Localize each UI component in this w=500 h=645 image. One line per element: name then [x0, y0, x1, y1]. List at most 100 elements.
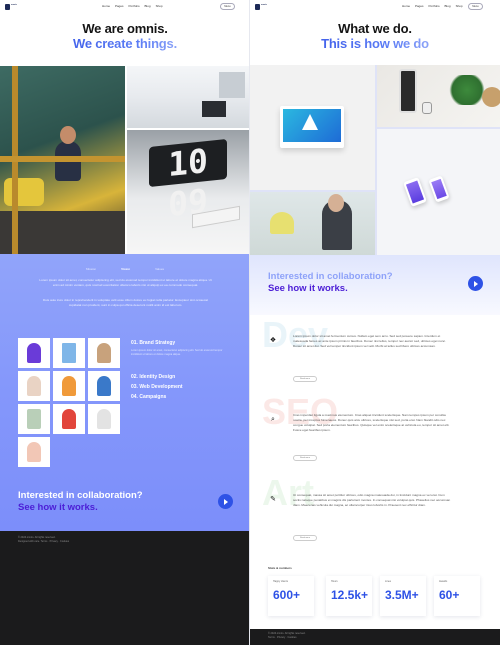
illustration-skater — [53, 404, 85, 434]
nav-link-home[interactable]: Home — [402, 4, 410, 8]
brand-logo[interactable]: omnis — [255, 4, 268, 10]
window-frame-horizontal — [0, 156, 125, 162]
service-text: Lorem ipsum dolor sit amet fermentum cur… — [293, 334, 446, 348]
hero-subtitle: We create things. — [0, 36, 249, 51]
figure — [97, 376, 111, 396]
cta-link[interactable]: See how it works. — [268, 283, 348, 294]
logo-mark — [255, 4, 260, 10]
lamp — [270, 212, 294, 234]
read-more-button[interactable]: Read more — [293, 376, 317, 382]
office-photo-buildings — [127, 66, 249, 128]
pen-icon: ✎ — [270, 496, 276, 503]
nav-link-pages[interactable]: Pages — [415, 4, 424, 8]
tab-values[interactable]: Values — [155, 267, 164, 271]
phone-screen — [405, 180, 425, 204]
phone-watch-photo — [377, 65, 500, 127]
right-page: omnis Home Pages Portfolio Blog Shop Men… — [250, 0, 500, 645]
stat-card-lines: Lines 3.5M+ — [380, 576, 426, 616]
nav-link-pages[interactable]: Pages — [115, 4, 124, 8]
illustration-man-phone — [88, 404, 120, 434]
illustration-woman — [18, 371, 50, 401]
footer-links[interactable]: Designed with care. Terms · Privacy · Co… — [18, 540, 69, 544]
cta-heading: Interested in collaboration? — [18, 490, 143, 501]
figure — [97, 343, 111, 363]
figure — [97, 409, 111, 429]
brand-name: omnis — [261, 4, 267, 6]
stat-label: Hours — [331, 580, 338, 583]
building — [219, 72, 245, 98]
menu-button[interactable]: Menu — [220, 3, 235, 10]
team-illustration-grid — [18, 338, 122, 467]
illustration-runner — [53, 371, 85, 401]
about-paragraph-1: Lorem ipsum dolor sit amet, consectetur … — [39, 278, 212, 287]
stat-card-clients: Happy clients 600+ — [268, 576, 314, 616]
stat-label: Happy clients — [273, 580, 289, 583]
nav-link-shop[interactable]: Shop — [156, 4, 163, 8]
search-icon: ⌕ — [271, 416, 275, 423]
plant — [447, 75, 487, 105]
nav-link-portfolio[interactable]: Portfolio — [429, 4, 440, 8]
service-brand-strategy[interactable]: 01. Brand Strategy — [131, 340, 175, 346]
app-screens-photo — [377, 129, 500, 255]
logo-mark — [5, 4, 10, 10]
monitor — [280, 106, 344, 148]
stat-label: Lines — [385, 580, 391, 583]
left-page: omnis Home Pages Portfolio Blog Shop Men… — [0, 0, 250, 645]
service-text: Cras imperdiet ligula a maximus elementu… — [293, 413, 450, 432]
footer: © 2024 omnis. All rights reserved. Desig… — [0, 531, 249, 645]
nav-link-portfolio[interactable]: Portfolio — [129, 4, 140, 8]
service-description: Lorem ipsum dolor sit amet, consectetur … — [131, 349, 223, 356]
monitor — [202, 101, 226, 117]
play-icon[interactable] — [468, 276, 483, 291]
tab-mission[interactable]: Mission — [86, 267, 96, 271]
stat-label: Awards — [439, 580, 448, 583]
illustration-map — [18, 404, 50, 434]
stat-value: 600+ — [273, 588, 301, 602]
service-text: Ut consequat, massa sit amet porttitor u… — [293, 493, 451, 507]
service-identity-design[interactable]: 02. Identity Design — [131, 374, 175, 380]
hero-subtitle: This is how we do — [250, 36, 500, 51]
monitor-mockup-photo — [250, 65, 375, 190]
footer: © 2024 omnis. All rights reserved. Terms… — [250, 629, 500, 645]
grid-icon: ❖ — [269, 337, 277, 344]
stat-value: 12.5k+ — [331, 588, 369, 602]
tab-vision[interactable]: Vision — [121, 267, 130, 271]
nav-link-shop[interactable]: Shop — [456, 4, 463, 8]
read-more-button[interactable]: Read more — [293, 535, 317, 541]
watch — [422, 102, 432, 114]
nav-link-blog[interactable]: Blog — [145, 4, 151, 8]
brand-logo[interactable]: omnis — [5, 4, 18, 10]
nav-link-blog[interactable]: Blog — [445, 4, 451, 8]
figure — [27, 409, 41, 429]
work-collage — [250, 65, 500, 255]
read-more-button[interactable]: Read more — [293, 455, 317, 461]
menu-button[interactable]: Menu — [468, 3, 483, 10]
nav-link-home[interactable]: Home — [102, 4, 110, 8]
stats-title: Stats & numbers — [268, 566, 292, 570]
logo-triangle — [302, 114, 318, 130]
figure — [62, 343, 76, 363]
phone-mockup — [403, 177, 427, 207]
figure — [62, 376, 76, 396]
cta-link[interactable]: See how it works. — [18, 502, 98, 513]
play-icon[interactable] — [218, 494, 233, 509]
figure — [27, 376, 41, 396]
brand-name: omnis — [11, 4, 17, 6]
service-web-development[interactable]: 03. Web Development — [131, 384, 183, 390]
service-campaigns[interactable]: 04. Campaigns — [131, 394, 166, 400]
about-section: Mission Vision Values Lorem ipsum dolor … — [0, 254, 249, 531]
desk — [0, 211, 125, 254]
illustration-person-purple — [18, 338, 50, 368]
stat-value: 3.5M+ — [385, 588, 419, 602]
flip-clock-photo: 10 09 — [127, 130, 249, 254]
service-block-art: Art ✎ Ut consequat, massa sit amet portt… — [250, 472, 500, 562]
illustration-man-blue — [88, 371, 120, 401]
flip-clock: 10 09 — [149, 138, 227, 224]
man-head — [60, 126, 76, 144]
nav-links: Home Pages Portfolio Blog Shop — [102, 4, 163, 8]
illustration-woman-pink — [18, 437, 50, 467]
figure — [27, 343, 41, 363]
hero-title: We are omnis. — [82, 21, 168, 36]
about-paragraph-2: Duis aute irure dolor in reprehenderit i… — [43, 298, 208, 307]
footer-links[interactable]: Terms · Privacy · Cookies — [268, 636, 296, 640]
